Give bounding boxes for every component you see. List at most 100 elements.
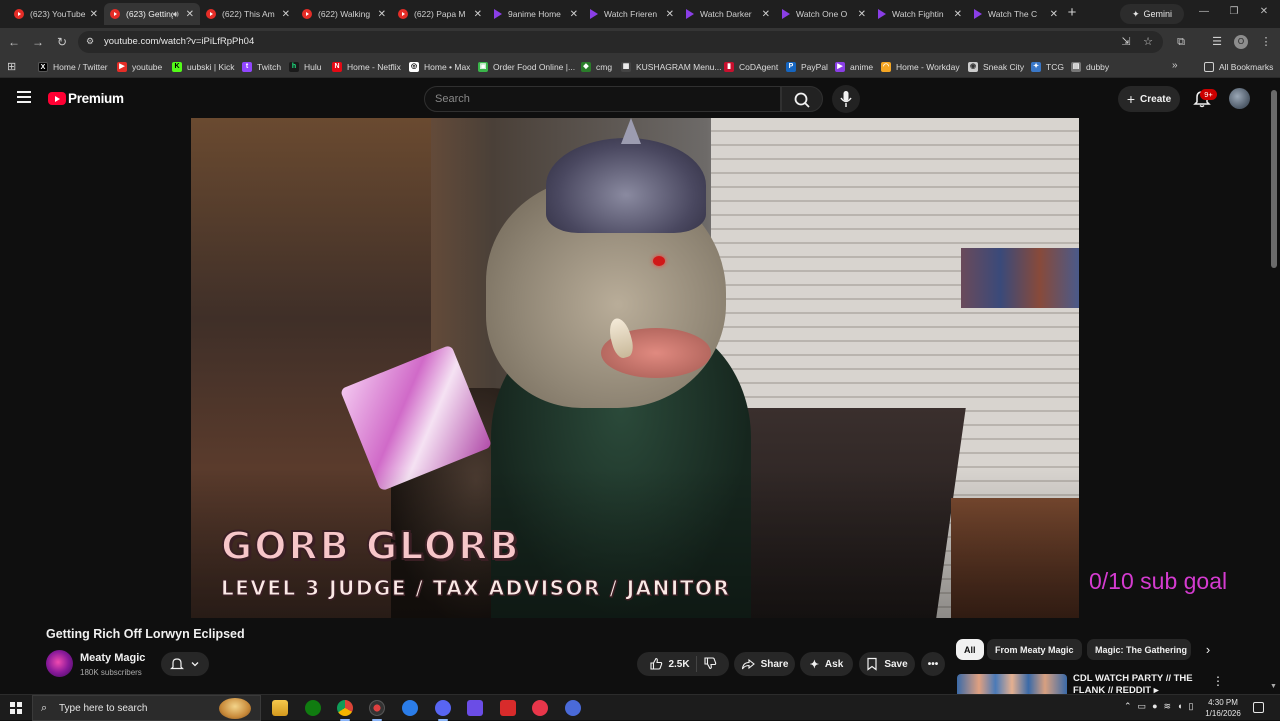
windows-start-button[interactable] <box>10 702 22 714</box>
browser-tab[interactable]: (623) YouTube ✕ <box>8 3 104 25</box>
bookmark-item[interactable]: ▶ anime <box>835 60 873 74</box>
bookmark-item[interactable]: P PayPal <box>786 60 828 74</box>
address-bar[interactable]: ⚙ youtube.com/watch?v=iPiLfRpPh04 ⇲ ☆ <box>78 31 1163 53</box>
search-button[interactable] <box>781 86 823 112</box>
bookmark-item[interactable]: ▣ Order Food Online |... <box>478 60 575 74</box>
close-icon[interactable]: ✕ <box>570 9 578 20</box>
forward-button[interactable]: → <box>30 34 46 50</box>
browser-tab[interactable]: (622) Walking ✕ <box>296 3 392 25</box>
chip-all[interactable]: All <box>956 639 984 660</box>
new-tab-button[interactable]: + <box>1064 5 1080 21</box>
dislike-button[interactable] <box>703 656 717 673</box>
close-icon[interactable]: ✕ <box>1050 9 1058 20</box>
app-blue-icon[interactable] <box>402 700 418 716</box>
subscription-bell-button[interactable] <box>161 652 209 676</box>
channel-name[interactable]: Meaty Magic <box>80 652 145 664</box>
close-icon[interactable]: ✕ <box>666 9 674 20</box>
game-launcher-icon[interactable] <box>467 700 483 716</box>
youtube-premium-logo[interactable]: Premium <box>68 91 124 106</box>
voice-search-button[interactable] <box>832 85 860 113</box>
close-window-button[interactable]: ✕ <box>1257 6 1271 20</box>
browser-tab[interactable]: Watch The C ✕ <box>968 3 1064 25</box>
youtube-logo-icon[interactable] <box>48 92 66 105</box>
menu-kebab-icon[interactable]: ⋮ <box>1258 34 1274 50</box>
bookmark-item[interactable]: ▤ dubby <box>1071 60 1109 74</box>
wifi-icon[interactable]: ≋ <box>1164 701 1172 715</box>
bookmark-item[interactable]: X Home / Twitter <box>38 60 108 74</box>
adobe-app-icon[interactable] <box>500 700 516 716</box>
extensions-icon[interactable]: ⧉ <box>1173 34 1189 50</box>
search-box[interactable] <box>424 86 781 112</box>
close-icon[interactable]: ✕ <box>954 9 962 20</box>
notification-center-icon[interactable] <box>1253 702 1264 713</box>
chevron-up-icon[interactable]: ⌃ <box>1124 701 1132 715</box>
menu-hamburger-icon[interactable] <box>17 91 31 103</box>
bookmark-item[interactable]: ▮ CoDAgent <box>724 60 778 74</box>
channel-avatar[interactable] <box>46 650 73 677</box>
apps-grid-icon[interactable]: ⊞ <box>7 60 16 73</box>
chip-from-channel[interactable]: From Meaty Magic <box>987 639 1082 660</box>
bookmark-item[interactable]: ▦ KUSHAGRAM Menu... <box>621 60 722 74</box>
like-button[interactable]: 2.5K <box>649 657 690 671</box>
tab-search-icon[interactable]: ☰ <box>1209 34 1225 50</box>
chrome-icon[interactable] <box>337 700 353 721</box>
account-avatar[interactable] <box>1229 88 1250 109</box>
browser-tab[interactable]: (622) This Am ✕ <box>200 3 296 25</box>
site-info-icon[interactable]: ⚙ <box>86 36 98 48</box>
chevron-double-right-icon[interactable]: » <box>1172 60 1178 71</box>
restore-button[interactable]: ❐ <box>1227 6 1241 20</box>
discord-icon[interactable] <box>435 700 451 721</box>
media-player-icon[interactable] <box>532 700 548 716</box>
ask-button[interactable]: ✦ Ask <box>800 652 853 676</box>
close-icon[interactable]: ✕ <box>186 9 194 20</box>
more-vertical-icon[interactable]: ⋮ <box>1212 674 1224 688</box>
close-icon[interactable]: ✕ <box>762 9 770 20</box>
bookmark-item[interactable]: ▶ youtube <box>117 60 162 74</box>
gemini-button[interactable]: ✦ Gemini <box>1120 4 1184 24</box>
bookmark-item[interactable]: ◉ Sneak City <box>968 60 1024 74</box>
battery-icon[interactable]: ▯ <box>1188 701 1193 715</box>
app-globe-icon[interactable] <box>565 700 581 716</box>
bookmark-item[interactable]: ◠ Home - Workday <box>881 60 960 74</box>
search-input[interactable] <box>435 93 765 105</box>
more-actions-button[interactable]: ••• <box>921 652 945 676</box>
close-icon[interactable]: ✕ <box>474 9 482 20</box>
bookmark-item[interactable]: ◎ Home • Max <box>409 60 470 74</box>
speaker-icon[interactable]: 🔊︎ <box>173 9 179 20</box>
scroll-down-arrow-icon[interactable]: ▼ <box>1270 683 1278 691</box>
browser-tab[interactable]: Watch One O ✕ <box>776 3 872 25</box>
video-player[interactable]: GORB GLORB LEVEL 3 JUDGE / TAX ADVISOR /… <box>191 118 1079 618</box>
browser-tab[interactable]: (622) Papa M ✕ <box>392 3 488 25</box>
recommendation-thumbnail[interactable] <box>957 674 1067 694</box>
volume-icon[interactable]: ◖ <box>1177 701 1182 715</box>
microphone-icon[interactable]: ● <box>1152 701 1157 715</box>
bookmark-item[interactable]: N Home - Netflix <box>332 60 401 74</box>
close-icon[interactable]: ✕ <box>858 9 866 20</box>
bookmark-item[interactable]: Kuubski | Kick <box>172 60 235 74</box>
taskbar-search-box[interactable]: ⌕ Type here to search <box>32 695 261 721</box>
file-explorer-icon[interactable] <box>272 700 288 716</box>
close-icon[interactable]: ✕ <box>378 9 386 20</box>
bookmark-item[interactable]: ✦ TCG <box>1031 60 1064 74</box>
create-button[interactable]: + Create <box>1118 86 1180 112</box>
browser-tab[interactable]: 9anime Home ✕ <box>488 3 584 25</box>
browser-tab[interactable]: Watch Fightin ✕ <box>872 3 968 25</box>
minimize-button[interactable]: — <box>1197 6 1211 20</box>
browser-tab[interactable]: Watch Frieren ✕ <box>584 3 680 25</box>
chip-topic[interactable]: Magic: The Gathering <box>1087 639 1191 660</box>
chevron-right-icon[interactable]: › <box>1200 642 1216 658</box>
browser-tab[interactable]: Watch Darker ✕ <box>680 3 776 25</box>
install-app-icon[interactable]: ⇲ <box>1118 34 1134 50</box>
share-button[interactable]: Share <box>734 652 795 676</box>
bookmark-item[interactable]: ◆ cmg <box>581 60 612 74</box>
profile-avatar[interactable]: O <box>1234 35 1248 49</box>
close-icon[interactable]: ✕ <box>282 9 290 20</box>
bookmark-item[interactable]: t Twitch <box>242 60 281 74</box>
network-icon[interactable]: ▭ <box>1138 701 1147 715</box>
obs-icon[interactable] <box>369 700 385 721</box>
bookmark-star-icon[interactable]: ☆ <box>1140 34 1156 50</box>
taskbar-clock[interactable]: 4:30 PM 1/16/2026 <box>1198 697 1248 719</box>
back-button[interactable]: ← <box>6 34 22 50</box>
browser-tab-active[interactable]: (623) Getting Rich Off Lorwyn Eclipsed🔊︎… <box>104 3 200 25</box>
page-scrollbar[interactable] <box>1271 90 1277 268</box>
